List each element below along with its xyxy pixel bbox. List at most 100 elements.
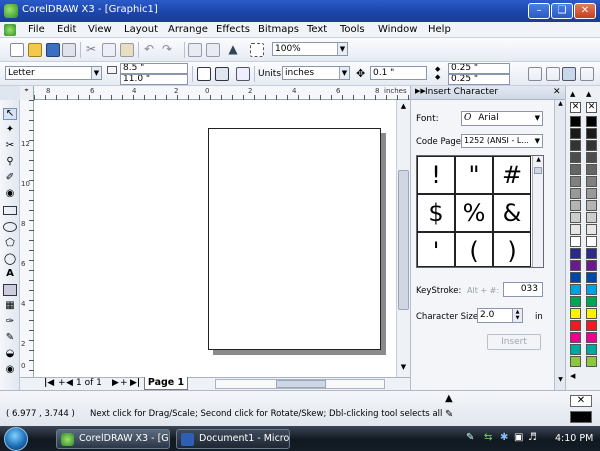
menu-file[interactable]: File (28, 24, 45, 35)
document-icon[interactable] (4, 24, 16, 36)
character-grid-scroll-thumb[interactable] (534, 167, 542, 174)
color-swatch[interactable] (586, 236, 597, 247)
fill-tool-icon[interactable]: ◒ (3, 348, 17, 360)
landscape-icon[interactable] (215, 67, 229, 81)
tab-page-1[interactable]: Page 1 (144, 377, 188, 390)
copy-icon[interactable] (102, 43, 116, 57)
duplicate-y-field[interactable]: 0.25 " (448, 74, 510, 85)
scroll-up-icon[interactable]: ▲ (533, 156, 544, 163)
color-swatch[interactable] (586, 128, 597, 139)
nudge-distance-field[interactable]: 0.1 " (370, 66, 427, 80)
color-swatch[interactable] (570, 320, 581, 331)
first-page-icon[interactable]: |◀ (44, 378, 54, 388)
menu-text[interactable]: Text (307, 24, 327, 35)
save-icon[interactable] (46, 43, 60, 57)
color-swatch[interactable] (570, 176, 581, 187)
outline-swatch[interactable] (570, 411, 592, 423)
snap-to-grid-icon[interactable] (528, 67, 542, 81)
menu-bitmaps[interactable]: Bitmaps (258, 24, 299, 35)
horizontal-scroll-thumb[interactable] (276, 380, 326, 388)
new-document-icon[interactable] (10, 43, 24, 57)
cut-icon[interactable]: ✂ (84, 43, 98, 57)
font-select[interactable]: O Arial ▼ (461, 111, 543, 126)
color-swatch[interactable] (586, 140, 597, 151)
horizontal-ruler[interactable]: ⌖ 8 6 4 2 0 2 4 6 8 inches (20, 86, 410, 100)
interactive-fill-tool-icon[interactable]: ◉ (3, 364, 17, 376)
paper-type-select[interactable]: Letter ▼ (5, 66, 102, 80)
vertical-ruler[interactable]: 12 10 8 6 4 2 0 inches (20, 100, 34, 377)
color-swatch[interactable] (586, 116, 597, 127)
paper-height-field[interactable]: 11.0 " (120, 74, 188, 85)
color-swatch[interactable] (570, 164, 581, 175)
next-page-icon[interactable]: ▶ (112, 378, 119, 388)
menu-window[interactable]: Window (378, 24, 417, 35)
vertical-scrollbar[interactable]: ▲ ▼ (396, 100, 410, 377)
smart-fill-tool-icon[interactable]: ◉ (3, 188, 17, 200)
color-swatch[interactable] (586, 356, 597, 367)
add-page-before-icon[interactable]: + (58, 378, 66, 388)
tray-pen-icon[interactable]: ✎ (466, 432, 474, 443)
character-cell[interactable]: % (455, 194, 493, 232)
color-swatch[interactable] (570, 212, 581, 223)
color-swatch[interactable] (570, 356, 581, 367)
character-cell[interactable]: ! (417, 156, 455, 194)
menu-arrange[interactable]: Arrange (168, 24, 208, 35)
zoom-level-select[interactable]: 100% ▼ (272, 42, 348, 56)
no-color-swatch[interactable]: ✕ (570, 102, 581, 113)
character-cell[interactable]: " (455, 156, 493, 194)
rectangle-tool-icon[interactable] (3, 206, 17, 215)
menu-help[interactable]: Help (428, 24, 451, 35)
color-swatch[interactable] (586, 320, 597, 331)
ruler-origin-icon[interactable]: ⌖ (20, 86, 34, 100)
export-icon[interactable] (206, 43, 220, 57)
menu-edit[interactable]: Edit (57, 24, 76, 35)
color-swatch[interactable] (570, 116, 581, 127)
color-swatch[interactable] (570, 188, 581, 199)
color-swatch[interactable] (586, 272, 597, 283)
polygon-tool-icon[interactable]: ⬠ (3, 236, 17, 249)
character-cell[interactable]: # (493, 156, 531, 194)
color-swatch[interactable] (586, 200, 597, 211)
all-pages-icon[interactable] (236, 67, 250, 81)
tray-monitor-icon[interactable]: ▣ (514, 432, 523, 443)
vertical-scroll-thumb[interactable] (398, 170, 409, 310)
table-tool-icon[interactable] (3, 284, 17, 296)
redo-icon[interactable]: ↷ (160, 43, 174, 57)
ellipse-tool-icon[interactable] (3, 222, 17, 232)
open-folder-icon[interactable] (28, 43, 42, 57)
no-color-swatch[interactable]: ✕ (586, 102, 597, 113)
pick-tool-icon[interactable]: ↖ (3, 108, 17, 120)
color-swatch[interactable] (586, 164, 597, 175)
character-size-field[interactable]: 2.0 ▲ ▼ (477, 308, 523, 323)
color-swatch[interactable] (570, 224, 581, 235)
eyedropper-tool-icon[interactable]: ✑ (3, 316, 17, 328)
color-swatch[interactable] (586, 176, 597, 187)
insert-button[interactable]: Insert (487, 334, 541, 350)
code-page-select[interactable]: 1252 (ANSI - L... ▼ (461, 134, 543, 148)
minimize-button[interactable]: – (528, 3, 550, 19)
character-cell[interactable]: & (493, 194, 531, 232)
undo-icon[interactable]: ↶ (142, 43, 156, 57)
color-swatch[interactable] (586, 308, 597, 319)
dynamic-guides-icon[interactable] (580, 67, 594, 81)
palette-scroll-up-icon[interactable]: ▲ (586, 90, 591, 98)
color-swatch[interactable] (570, 128, 581, 139)
color-swatch[interactable] (570, 152, 581, 163)
color-swatch[interactable] (570, 248, 581, 259)
units-select[interactable]: inches ▼ (282, 66, 350, 80)
color-swatch[interactable] (570, 284, 581, 295)
color-swatch[interactable] (586, 212, 597, 223)
horizontal-scrollbar[interactable] (215, 379, 385, 389)
shape-tool-icon[interactable]: ✦ (3, 124, 17, 136)
color-swatch[interactable] (570, 332, 581, 343)
tray-bluetooth-icon[interactable]: ✱ (500, 432, 508, 443)
character-cell[interactable]: ( (455, 232, 493, 267)
taskbar-item-coreldraw[interactable]: CorelDRAW X3 - [Gra... (56, 429, 170, 449)
duplicate-x-field[interactable]: 0.25 " (448, 63, 510, 74)
character-grid-scrollbar[interactable]: ▲ (532, 156, 543, 267)
snap-to-guidelines-icon[interactable] (546, 67, 560, 81)
color-swatch[interactable] (570, 236, 581, 247)
outline-tool-icon[interactable]: ✎ (3, 332, 17, 344)
color-swatch[interactable] (570, 200, 581, 211)
paste-icon[interactable] (120, 43, 134, 57)
